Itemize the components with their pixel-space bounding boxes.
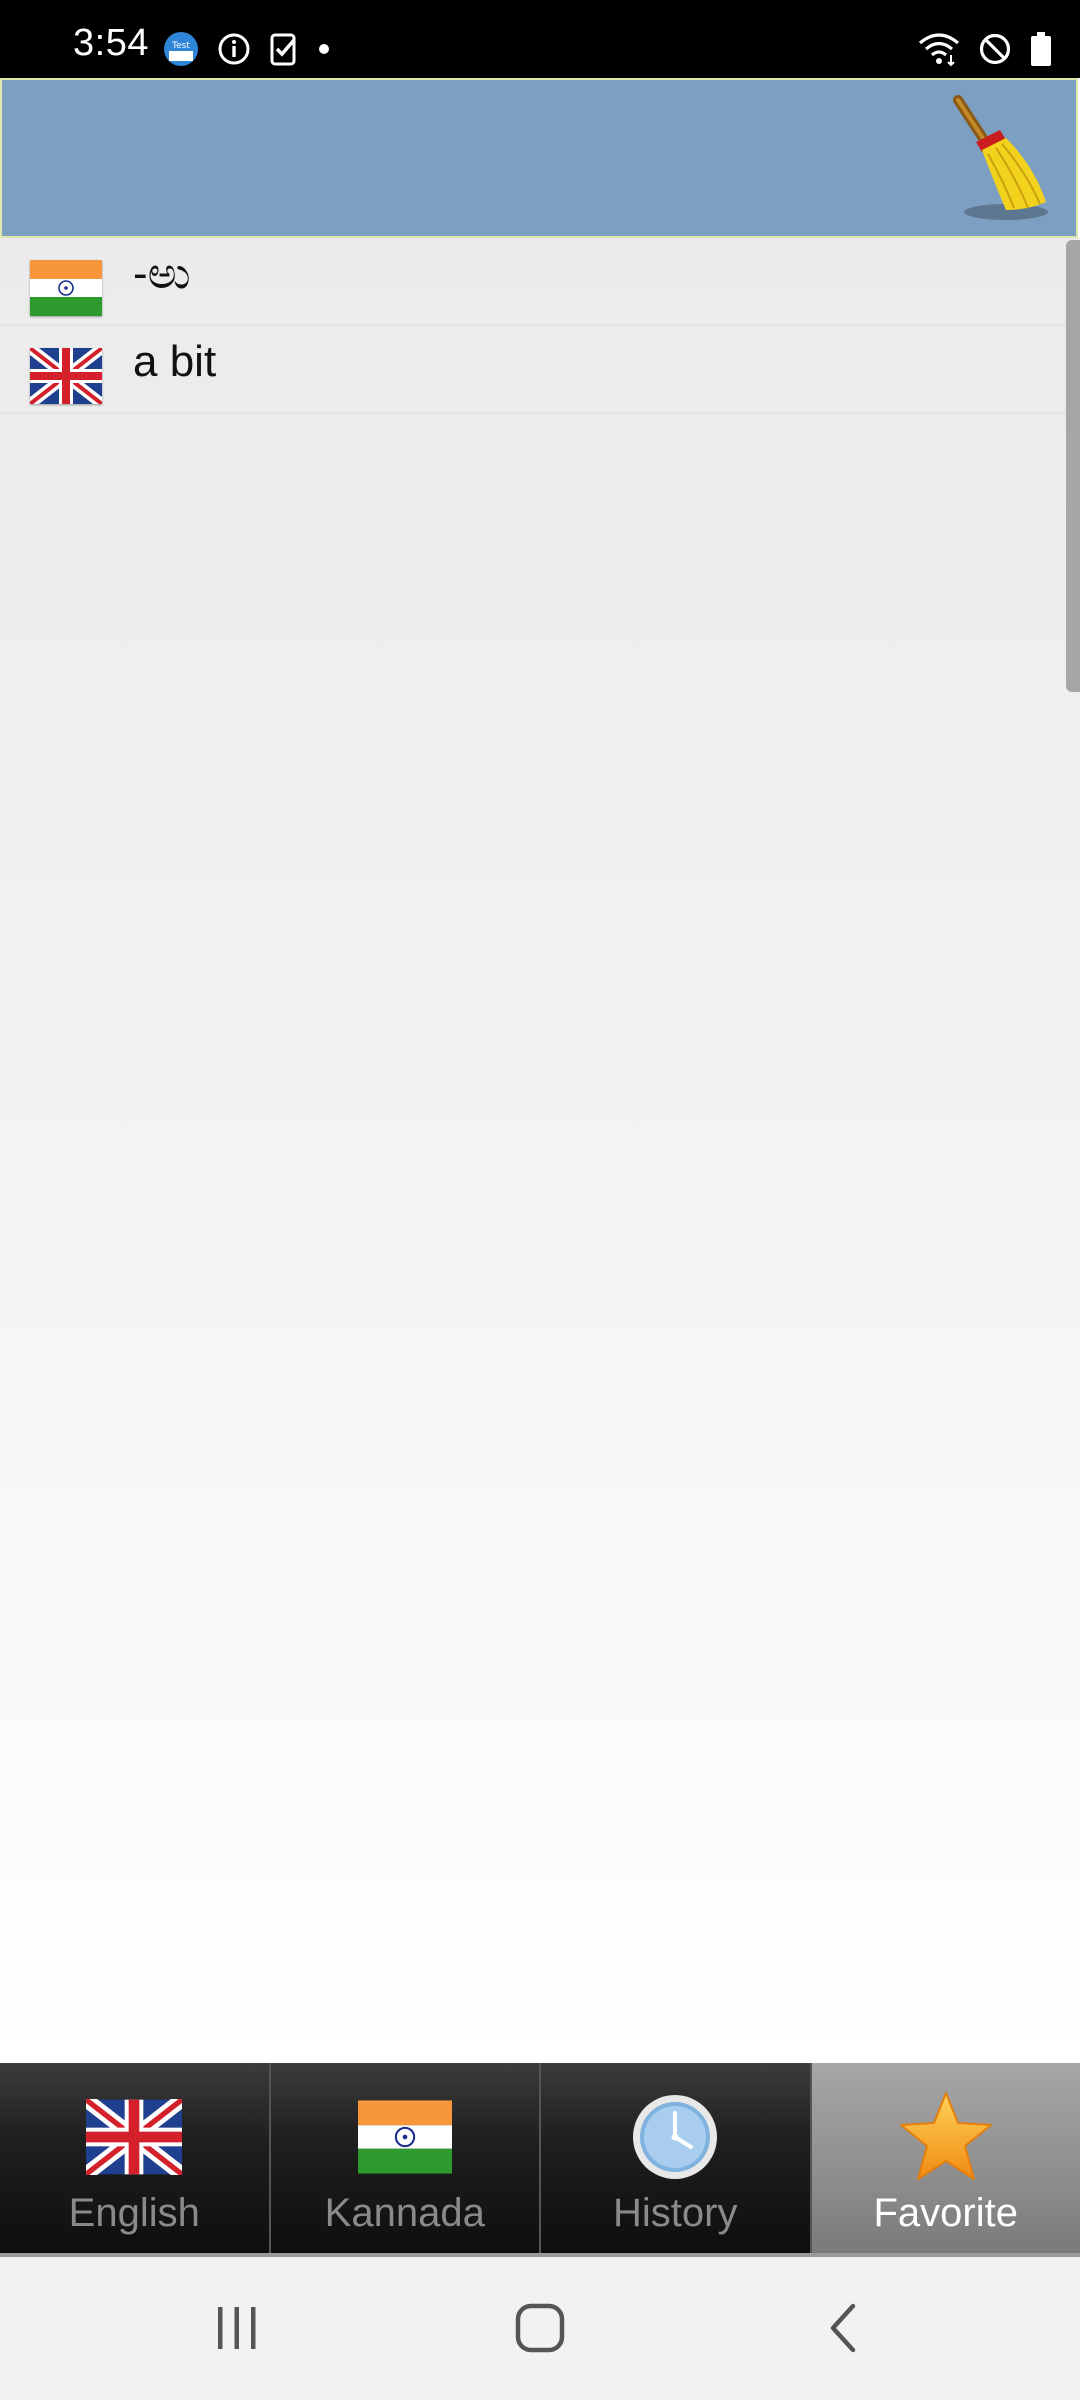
- list-item-word: a bit: [133, 337, 217, 386]
- home-icon: [514, 2302, 566, 2359]
- status-system-icons: [918, 30, 1052, 68]
- wifi-icon: [918, 31, 960, 67]
- status-time: 3:54: [73, 22, 149, 64]
- broom-icon: [944, 95, 1054, 228]
- status-bar: 3:54 Test: [0, 0, 1080, 78]
- clipboard-check-icon: [269, 31, 299, 67]
- battery-icon: [1030, 32, 1052, 66]
- tab-kannada[interactable]: Kannada: [270, 2063, 541, 2253]
- list-item[interactable]: -ಅು: [0, 238, 1080, 326]
- favorites-list: -ಅು a bit: [0, 238, 1080, 2063]
- status-notification-icons: Test: [163, 30, 331, 68]
- list-item-word: -ಅು: [133, 249, 191, 298]
- tab-label: History: [613, 2191, 738, 2235]
- back-button[interactable]: [803, 2295, 883, 2365]
- tab-history[interactable]: History: [541, 2063, 812, 2253]
- uk-flag-icon: [84, 2087, 184, 2187]
- svg-text:Test: Test: [171, 41, 190, 51]
- test-notification-icon: Test: [163, 31, 199, 67]
- tab-english[interactable]: English: [0, 2063, 271, 2253]
- recent-apps-icon: [212, 2303, 262, 2358]
- do-not-disturb-icon: [978, 32, 1012, 66]
- tab-label: English: [68, 2191, 200, 2235]
- back-icon: [823, 2302, 863, 2359]
- clock-icon: [625, 2087, 725, 2187]
- recent-apps-button[interactable]: [197, 2295, 277, 2365]
- list-item[interactable]: a bit: [0, 326, 1080, 414]
- info-icon: [217, 32, 251, 66]
- home-button[interactable]: [500, 2295, 580, 2365]
- india-flag-icon: [30, 260, 102, 316]
- toolbar: [0, 78, 1078, 238]
- tab-favorite[interactable]: Favorite: [811, 2063, 1080, 2253]
- uk-flag-icon: [26, 343, 106, 409]
- bottom-tab-bar: English Kannada History Favorite: [0, 2063, 1080, 2253]
- clear-favorites-button[interactable]: [944, 94, 1054, 224]
- star-icon: [896, 2087, 996, 2187]
- tab-label: Kannada: [324, 2191, 485, 2235]
- system-navigation-bar: [0, 2257, 1080, 2400]
- dot-icon: [317, 42, 331, 56]
- india-flag-icon: [355, 2087, 455, 2187]
- tab-label: Favorite: [873, 2191, 1019, 2235]
- list-scrollbar[interactable]: [1066, 240, 1080, 692]
